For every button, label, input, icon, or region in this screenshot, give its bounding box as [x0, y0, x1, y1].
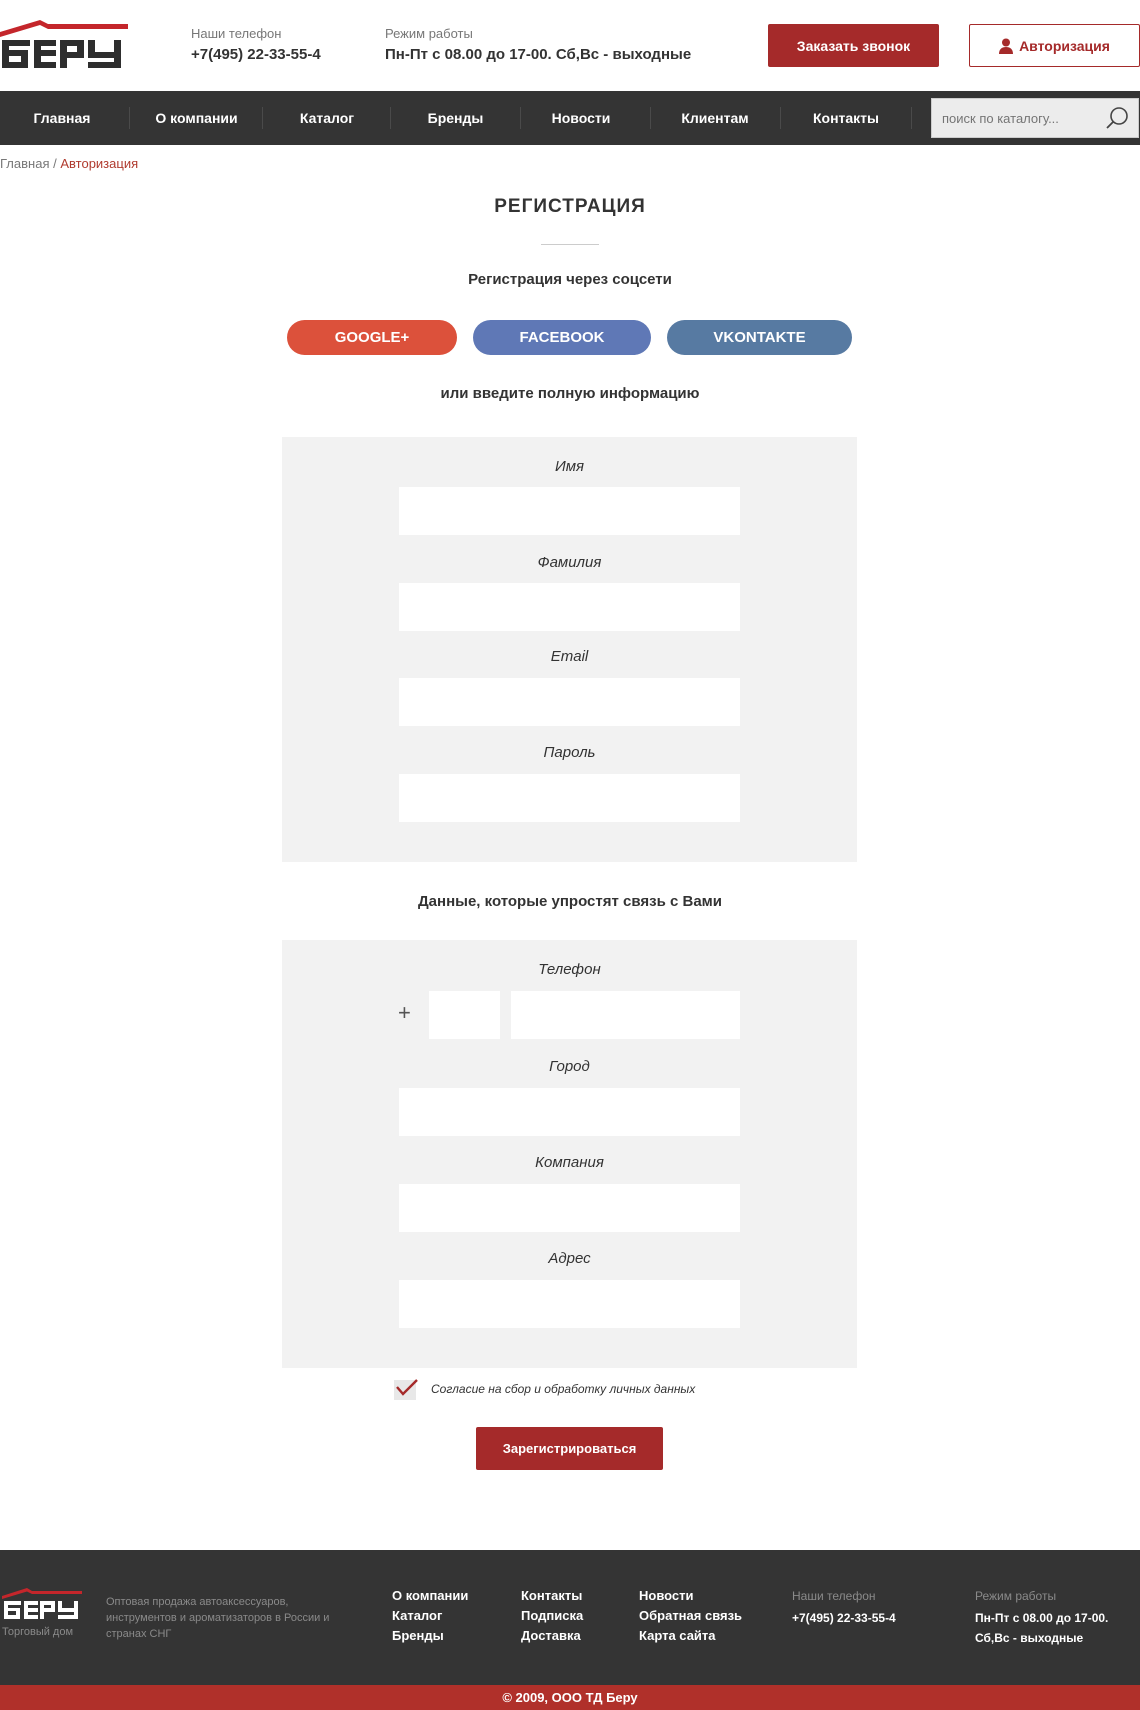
- consent-row: Согласие на сбор и обработку личных данн…: [394, 1378, 794, 1402]
- personal-info-panel: Имя Фамилия Email Пароль: [282, 437, 857, 862]
- auth-button-label: Авторизация: [1019, 37, 1110, 54]
- footer-link-brands[interactable]: Бренды: [392, 1628, 444, 1643]
- phone-country-code-input[interactable]: [429, 991, 500, 1039]
- nav-item-clients[interactable]: Клиентам: [651, 91, 779, 145]
- footer-link-subscribe[interactable]: Подписка: [521, 1608, 583, 1623]
- name-input[interactable]: [399, 487, 740, 535]
- search-box: [931, 98, 1139, 138]
- breadcrumb-current: Авторизация: [60, 156, 139, 171]
- nav-item-news[interactable]: Новости: [521, 91, 641, 145]
- search-icon: [1106, 107, 1128, 129]
- header-hours: Пн-Пт с 08.00 до 17-00. Сб,Вс - выходные: [385, 46, 692, 63]
- footer-logo-subtitle: Торговый дом: [2, 1626, 74, 1638]
- company-input[interactable]: [399, 1184, 740, 1232]
- breadcrumb-separator: /: [53, 156, 57, 171]
- email-input[interactable]: [399, 678, 740, 726]
- footer-link-feedback[interactable]: Обратная связь: [639, 1608, 742, 1623]
- nav-item-brands[interactable]: Бренды: [391, 91, 520, 145]
- password-input[interactable]: [399, 774, 740, 822]
- site-header: Наши телефон +7(495) 22-33-55-4 Режим ра…: [0, 0, 1140, 91]
- footer-link-delivery[interactable]: Доставка: [521, 1628, 581, 1643]
- footer-hours-line1: Пн-Пт с 08.00 до 17-00.: [975, 1611, 1109, 1625]
- footer-hours-label: Режим работы: [975, 1589, 1057, 1603]
- contact-title: Данные, которые упростят связь с Вами: [418, 893, 722, 910]
- name-label: Имя: [554, 458, 585, 475]
- social-title: Регистрация через соцсети: [468, 271, 672, 288]
- breadcrumb-home[interactable]: Главная: [0, 156, 49, 171]
- header-hours-label: Режим работы: [385, 26, 473, 41]
- footer-logo[interactable]: [2, 1587, 82, 1623]
- vkontakte-login-button[interactable]: VKONTAKTE: [667, 320, 852, 355]
- nav-separator: [911, 107, 912, 129]
- surname-input[interactable]: [399, 583, 740, 631]
- site-footer: Торговый дом Оптовая продажа автоаксессу…: [0, 1550, 1140, 1685]
- auth-button[interactable]: Авторизация: [969, 24, 1140, 67]
- email-label: Email: [550, 648, 589, 665]
- footer-description: Оптовая продажа автоаксессуаров, инструм…: [106, 1596, 330, 1640]
- address-input[interactable]: [399, 1280, 740, 1328]
- user-icon: [999, 38, 1014, 54]
- company-label: Компания: [535, 1154, 604, 1171]
- surname-label: Фамилия: [537, 554, 602, 571]
- checkmark-icon: [396, 1379, 418, 1396]
- footer-link-about[interactable]: О компании: [392, 1588, 468, 1603]
- google-login-button[interactable]: GOOGLE+: [287, 320, 457, 355]
- contact-info-panel: Телефон + Город Компания Адрес: [282, 940, 857, 1368]
- register-button[interactable]: Зарегистрироваться: [476, 1427, 663, 1470]
- nav-item-catalog[interactable]: Каталог: [263, 91, 391, 145]
- footer-phone[interactable]: +7(495) 22-33-55-4: [792, 1608, 896, 1628]
- footer-phone-label: Наши телефон: [792, 1589, 876, 1603]
- copyright-bar: © 2009, ООО ТД Беру: [0, 1685, 1140, 1710]
- page-title: РЕГИСТРАЦИЯ: [494, 196, 646, 217]
- phone-label: Телефон: [538, 961, 601, 978]
- footer-link-sitemap[interactable]: Карта сайта: [639, 1628, 716, 1643]
- nav-item-contacts[interactable]: Контакты: [781, 91, 911, 145]
- header-phone-label: Наши телефон: [191, 26, 282, 41]
- password-label: Пароль: [543, 744, 596, 761]
- facebook-login-button[interactable]: FACEBOOK: [473, 320, 651, 355]
- or-text: или введите полную информацию: [440, 385, 700, 402]
- city-label: Город: [549, 1058, 590, 1075]
- footer-link-contacts[interactable]: Контакты: [521, 1588, 582, 1603]
- main-nav: Главная О компании Каталог Бренды Новост…: [0, 91, 1140, 145]
- order-call-button[interactable]: Заказать звонок: [768, 24, 939, 67]
- search-input[interactable]: [942, 99, 1102, 137]
- header-phone-block: Наши телефон +7(495) 22-33-55-4: [191, 26, 321, 63]
- consent-checkbox[interactable]: [394, 1379, 418, 1400]
- header-hours-block: Режим работы Пн-Пт с 08.00 до 17-00. Сб,…: [385, 26, 691, 63]
- nav-item-about[interactable]: О компании: [130, 91, 263, 145]
- address-label: Адрес: [548, 1250, 591, 1267]
- title-divider: [541, 244, 599, 245]
- phone-number-input[interactable]: [511, 991, 740, 1039]
- footer-link-catalog[interactable]: Каталог: [392, 1608, 442, 1623]
- search-button[interactable]: [1104, 105, 1132, 133]
- consent-label: Согласие на сбор и обработку личных данн…: [431, 1382, 696, 1396]
- site-logo[interactable]: [0, 18, 128, 72]
- nav-item-home[interactable]: Главная: [0, 91, 124, 145]
- breadcrumb: Главная / Авторизация: [0, 156, 138, 171]
- header-phone[interactable]: +7(495) 22-33-55-4: [191, 46, 321, 63]
- phone-prefix-plus: +: [398, 1000, 411, 1025]
- footer-link-news[interactable]: Новости: [639, 1588, 694, 1603]
- city-input[interactable]: [399, 1088, 740, 1136]
- footer-hours-line2: Сб,Вс - выходные: [975, 1631, 1084, 1645]
